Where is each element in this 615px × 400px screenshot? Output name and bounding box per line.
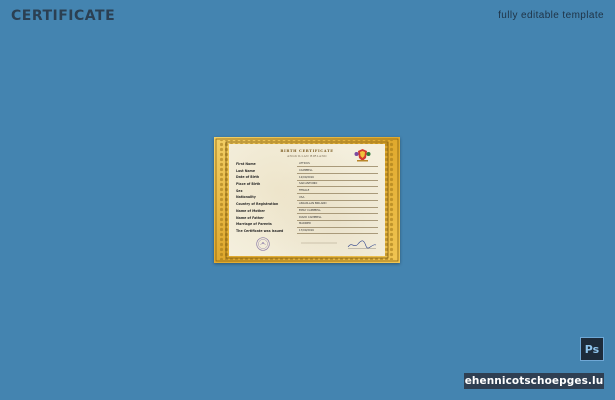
field-value: DAVID CAMPBELL (299, 215, 322, 219)
field-value: 17/09/2016 (299, 229, 314, 233)
field-label: Place of Birth (236, 182, 261, 187)
certificate-row: Name of Father DAVID CAMPBELL (236, 215, 378, 222)
field-underline (297, 233, 378, 235)
certificate-fields: First Name ATTICUS Last Name CAMPBELL Da… (236, 161, 378, 235)
certificate-row: Place of Birth SAN ANTONIO (236, 181, 378, 188)
field-value: CAMPBELL (299, 168, 313, 172)
field-label: Last Name (236, 168, 256, 173)
field-value: USA (299, 195, 305, 199)
field-label: Country of Registration (236, 202, 279, 207)
certificate-preview: BIRTH CERTIFICATE ANGUILLAN BIRLAND Firs… (214, 137, 400, 263)
page-title: CERTIFICATE (11, 8, 116, 24)
field-value: 12/09/2016 (299, 175, 314, 179)
page-tagline: fully editable template (498, 10, 604, 21)
field-value: ANGUILLAN BIRLAND (299, 202, 327, 206)
field-label: Date of Birth (236, 175, 260, 180)
field-label: Sex (236, 188, 243, 193)
photoshop-icon: Ps (580, 337, 604, 361)
field-label: Name of Mother (236, 208, 265, 213)
certificate-row: The Certificate was issued 17/09/2016 (236, 228, 378, 235)
field-value: FEMALE (299, 189, 310, 193)
field-value: EMILY CAMPBELL (299, 209, 321, 213)
field-value: SAN ANTONIO (299, 182, 318, 186)
field-value: ATTICUS (299, 162, 310, 166)
footer-rule (301, 242, 337, 244)
certificate-row: Marriage of Parents MARRIED (236, 221, 378, 228)
certificate-paper: BIRTH CERTIFICATE ANGUILLAN BIRLAND Firs… (229, 144, 385, 256)
certificate-footer (299, 242, 339, 245)
field-label: First Name (236, 162, 256, 166)
watermark-text: ehennicotschoepges.lu (464, 373, 604, 389)
signature-icon (347, 240, 377, 249)
field-label: Nationality (236, 195, 256, 200)
certificate-row: First Name ATTICUS (236, 161, 378, 168)
certificate-row: Country of Registration ANGUILLAN BIRLAN… (236, 201, 378, 208)
field-value: MARRIED (299, 222, 312, 226)
field-label: Marriage of Parents (236, 222, 272, 227)
certificate-row: Sex FEMALE (236, 188, 378, 195)
certificate-row: Date of Birth 12/09/2016 (236, 174, 378, 181)
certificate-row: Nationality USA (236, 194, 378, 201)
certificate-row: Last Name CAMPBELL (236, 168, 378, 175)
field-label: Name of Father (236, 215, 264, 220)
field-label: The Certificate was issued (236, 228, 284, 233)
official-seal-icon (256, 237, 270, 251)
certificate-row: Name of Mother EMILY CAMPBELL (236, 208, 378, 215)
